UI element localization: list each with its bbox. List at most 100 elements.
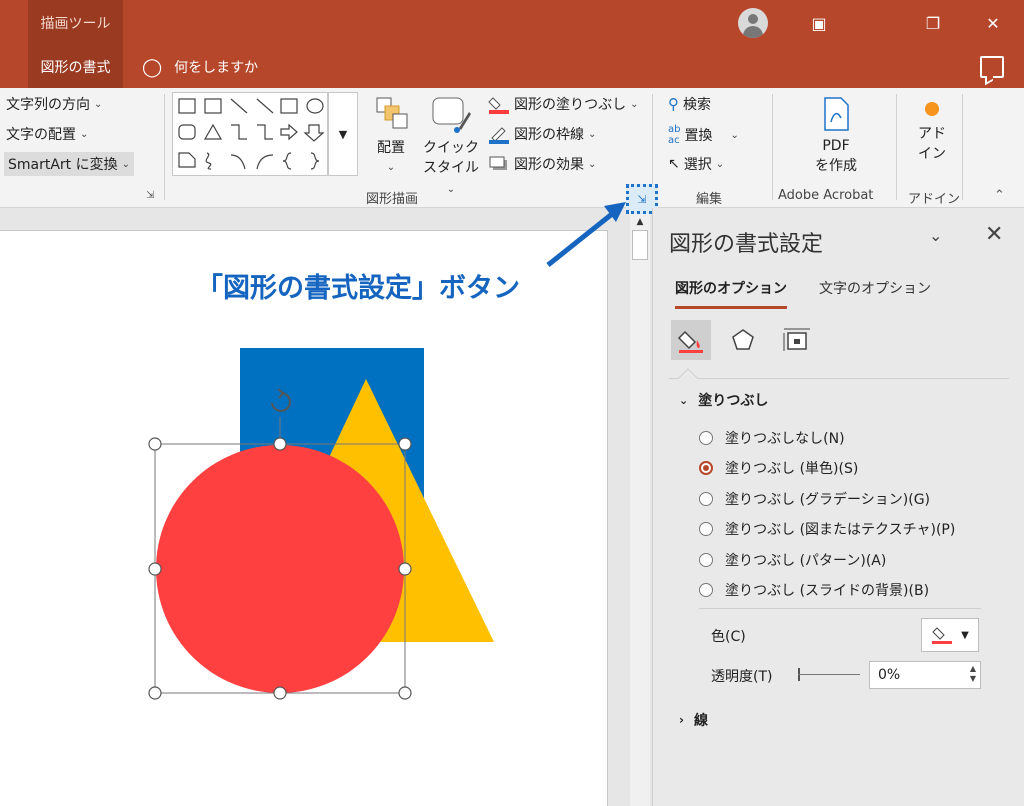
chevron-down-icon: ⌄: [386, 162, 396, 173]
radio-button-checked[interactable]: [699, 461, 713, 475]
tell-me-search[interactable]: ◯ 何をしますか: [142, 46, 258, 88]
radio-pattern-fill[interactable]: 塗りつぶし (パターン)(A): [699, 550, 886, 570]
transparency-input[interactable]: 0% ▲ ▼: [869, 661, 981, 689]
ribbon-tab-row: 図形の書式 ◯ 何をしますか: [0, 46, 1024, 88]
scrollbar-thumb[interactable]: [632, 230, 648, 260]
shape-effects-button[interactable]: 図形の効果 ⌄: [488, 154, 596, 174]
pdf-document-icon: [824, 97, 849, 131]
tab-shape-format[interactable]: 図形の書式: [28, 46, 123, 88]
quick-styles-label-1: クイック: [423, 140, 479, 156]
user-avatar-icon[interactable]: [738, 8, 768, 38]
title-bar: 描画ツール ▣ ❐ ✕: [0, 0, 1024, 46]
radio-button[interactable]: [699, 431, 713, 445]
shape-fill-button[interactable]: 図形の塗りつぶし ⌄: [488, 94, 639, 114]
pane-divider: [669, 378, 1009, 379]
shape-gallery[interactable]: [172, 92, 328, 176]
lightbulb-icon: ◯: [142, 56, 163, 78]
align-text-label: 文字の配置: [6, 127, 76, 143]
slide-shapes: [148, 348, 494, 700]
paint-bucket-icon: [932, 627, 953, 644]
radio-label: 塗りつぶし (パターン)(A): [725, 553, 887, 569]
tab-shape-options[interactable]: 図形のオプション: [675, 278, 787, 309]
paint-bucket-icon: [488, 97, 509, 114]
radio-button[interactable]: [699, 492, 713, 506]
group-label-acrobat: Adobe Acrobat: [778, 188, 874, 203]
quick-styles-label-2-wrap: スタイル ⌄: [418, 158, 484, 200]
transparency-label: 透明度(T): [711, 669, 773, 685]
radio-button[interactable]: [699, 583, 713, 597]
replace-button[interactable]: ab ac 置換 ⌄: [668, 124, 739, 146]
quick-styles-button[interactable]: クイック スタイル ⌄: [418, 94, 484, 200]
comments-icon[interactable]: [980, 56, 1004, 78]
find-button[interactable]: ⚲ 検索: [668, 94, 711, 114]
quick-styles-label-2: スタイル: [423, 160, 479, 176]
fill-section-header[interactable]: ⌄ 塗りつぶし: [679, 390, 768, 410]
pane-close-icon[interactable]: ✕: [985, 222, 1003, 247]
chevron-down-icon: ⌄: [730, 129, 739, 141]
ribbon-separator: [896, 94, 897, 200]
text-direction-button[interactable]: 文字列の方向 ⌄: [6, 94, 102, 114]
group-label-addins: アドイン: [908, 192, 961, 207]
chevron-down-icon: ⌄: [715, 158, 725, 170]
radio-label: 塗りつぶしなし(N): [725, 431, 845, 447]
ribbon-separator: [962, 94, 963, 200]
find-label: 検索: [683, 97, 711, 113]
fill-bucket-icon: [677, 330, 703, 353]
radio-picture-fill[interactable]: 塗りつぶし (図またはテクスチャ)(P): [699, 519, 955, 539]
radio-button[interactable]: [699, 553, 713, 567]
pane-tab-pointer: [678, 368, 698, 388]
shape-outline-button[interactable]: 図形の枠線 ⌄: [488, 124, 596, 144]
pane-options-chevron-icon[interactable]: ⌄: [929, 226, 942, 245]
format-shape-pane: 図形の書式設定 ⌄ ✕ 図形のオプション 文字のオプション ⌄ 塗りつぶし 塗り…: [652, 208, 1024, 806]
collapse-ribbon-icon[interactable]: ⌃: [994, 188, 1005, 203]
chevron-down-icon: ▼: [961, 629, 969, 641]
pane-title: 図形の書式設定: [669, 232, 824, 257]
fill-color-picker-button[interactable]: ▼: [921, 618, 979, 652]
effects-tab-button[interactable]: [723, 320, 763, 360]
replace-label: 置換: [684, 128, 713, 144]
pane-divider: [699, 608, 981, 609]
scroll-up-arrow-icon[interactable]: ▲: [630, 212, 650, 232]
select-button[interactable]: ↖ 選択 ⌄: [668, 154, 724, 174]
transparency-slider[interactable]: [798, 674, 860, 675]
slide-canvas[interactable]: [0, 230, 608, 806]
line-section-header[interactable]: › 線: [679, 710, 708, 730]
radio-no-fill[interactable]: 塗りつぶしなし(N): [699, 428, 845, 448]
red-circle-shape: [156, 445, 404, 693]
fill-line-tab-button[interactable]: [671, 320, 711, 360]
radio-button[interactable]: [699, 522, 713, 536]
chevron-down-icon: ⌄: [121, 158, 131, 170]
radio-label: 塗りつぶし (単色)(S): [725, 461, 859, 477]
spin-buttons-icon[interactable]: ▲ ▼: [970, 664, 976, 684]
chevron-down-icon: ⌄: [630, 98, 639, 110]
ribbon-separator: [772, 94, 773, 200]
align-text-button[interactable]: 文字の配置 ⌄: [6, 124, 88, 144]
radio-slide-background-fill[interactable]: 塗りつぶし (スライドの背景)(B): [699, 580, 929, 600]
add-ins-button[interactable]: アド イン: [908, 102, 956, 164]
size-properties-tab-button[interactable]: [777, 320, 817, 360]
radio-solid-fill[interactable]: 塗りつぶし (単色)(S): [699, 458, 858, 478]
convert-to-smartart-button[interactable]: SmartArt に変換 ⌄: [4, 152, 135, 176]
ribbon-display-options-icon[interactable]: ▣: [804, 8, 834, 38]
create-pdf-label-1: PDF: [822, 138, 850, 154]
arrange-button[interactable]: 配置 ⌄: [368, 94, 414, 174]
transparency-value: 0%: [878, 667, 901, 683]
callout-label: 「図形の書式設定」ボタン: [196, 273, 520, 304]
arrange-icon: [376, 97, 408, 129]
group-label-edit: 編集: [696, 192, 723, 207]
vertical-scrollbar[interactable]: [630, 208, 650, 806]
close-window-icon[interactable]: ✕: [978, 8, 1008, 38]
chevron-down-icon: ⌄: [588, 128, 597, 140]
create-pdf-button[interactable]: PDF を作成: [798, 96, 874, 176]
restore-window-icon[interactable]: ❐: [918, 8, 948, 38]
shape-outline-label: 図形の枠線: [514, 127, 584, 143]
chevron-down-icon: ⌄: [80, 128, 89, 140]
radio-label: 塗りつぶし (図またはテクスチャ)(P): [725, 522, 956, 538]
shape-gallery-more-button[interactable]: ▼: [328, 92, 358, 176]
shape-fill-label: 図形の塗りつぶし: [514, 97, 627, 113]
radio-gradient-fill[interactable]: 塗りつぶし (グラデーション)(G): [699, 489, 930, 509]
shape-effects-label: 図形の効果: [514, 157, 584, 173]
create-pdf-label-2: を作成: [815, 158, 857, 174]
tab-text-options[interactable]: 文字のオプション: [819, 278, 931, 298]
paragraph-dialog-launcher-icon[interactable]: ⇲: [146, 190, 154, 201]
